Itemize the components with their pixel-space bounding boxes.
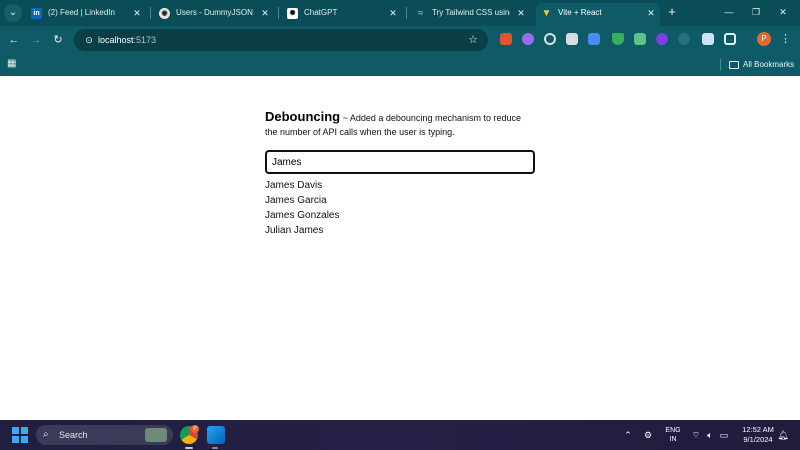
linkedin-icon: in bbox=[31, 8, 42, 19]
chatgpt-icon: ✺ bbox=[287, 8, 298, 19]
more-menu-icon[interactable]: ⋮ bbox=[780, 31, 791, 47]
vite-icon: ▼ bbox=[541, 8, 552, 19]
tab-title: Users - DummyJSON - Fa bbox=[176, 8, 254, 17]
tailwind-icon: ≈ bbox=[417, 8, 424, 19]
volume-icon[interactable]: 🔈︎ bbox=[704, 429, 716, 441]
shield-extension-icon[interactable] bbox=[612, 33, 624, 45]
bookmarks-bar: ▦ All Bookmarks bbox=[0, 54, 800, 76]
search-highlight-image bbox=[145, 428, 167, 442]
heading-line: Debouncing ~ Added a debouncing mechanis… bbox=[265, 110, 535, 139]
clock-date: 9/1/2024 bbox=[743, 435, 773, 444]
tab-title: Vite + React bbox=[558, 8, 602, 17]
list-item: James Davis bbox=[265, 180, 323, 191]
address-bar[interactable]: ⊙ localhost:5173 ☆ bbox=[74, 29, 488, 51]
page-title: Debouncing bbox=[265, 109, 341, 124]
back-arrow-icon[interactable]: ← bbox=[6, 32, 22, 48]
taskbar-search[interactable]: ⌕ Search bbox=[36, 425, 173, 445]
folder-icon bbox=[729, 61, 739, 69]
close-icon[interactable]: ✕ bbox=[645, 3, 657, 23]
apps-grid-icon[interactable]: ▦ bbox=[7, 58, 19, 70]
extension-icon[interactable] bbox=[500, 33, 512, 45]
forward-arrow-icon[interactable]: → bbox=[28, 32, 44, 48]
tab-linkedin[interactable]: in (2) Feed | LinkedIn ✕ bbox=[26, 3, 146, 26]
language-code: ENG bbox=[665, 427, 681, 434]
tab-divider bbox=[406, 7, 407, 19]
list-item: James Gonzales bbox=[265, 210, 340, 221]
bookmark-star-icon[interactable]: ☆ bbox=[466, 33, 480, 47]
extension-icon[interactable] bbox=[634, 33, 646, 45]
tab-title: Try Tailwind CSS using the bbox=[432, 8, 510, 17]
extension-icon[interactable] bbox=[702, 33, 714, 45]
tab-vite-react[interactable]: ▼ Vite + React ✕ bbox=[536, 3, 660, 26]
results-list: James Davis James Garcia James Gonzales … bbox=[265, 178, 535, 238]
tab-divider bbox=[150, 7, 151, 19]
language-region: IN bbox=[669, 436, 677, 443]
url-host: localhost bbox=[98, 35, 134, 45]
search-icon: ⌕ bbox=[43, 429, 49, 440]
vscode-taskbar-icon[interactable] bbox=[207, 426, 225, 444]
all-bookmarks-label: All Bookmarks bbox=[743, 60, 795, 69]
tab-dummyjson[interactable]: ◉ Users - DummyJSON - Fa ✕ bbox=[154, 3, 274, 26]
url-text: localhost:5173 bbox=[98, 29, 156, 51]
extension-icon[interactable] bbox=[588, 33, 600, 45]
tab-search-chevron-icon[interactable]: ⌄ bbox=[4, 4, 22, 22]
browser-chrome: ⌄ in (2) Feed | LinkedIn ✕ ◉ Users - Dum… bbox=[0, 0, 800, 76]
site-info-icon[interactable]: ⊙ bbox=[82, 33, 96, 47]
tab-divider bbox=[278, 7, 279, 19]
system-clock[interactable]: 12:52 AM 9/1/2024 bbox=[738, 425, 778, 445]
tab-title: ChatGPT bbox=[304, 8, 338, 17]
debounce-app: Debouncing ~ Added a debouncing mechanis… bbox=[265, 110, 535, 238]
taskbar-search-label: Search bbox=[59, 430, 88, 440]
close-icon[interactable]: ✕ bbox=[131, 3, 143, 23]
clock-time: 12:52 AM bbox=[742, 425, 774, 434]
wifi-icon[interactable]: ⌔ bbox=[690, 429, 702, 441]
close-icon[interactable]: ✕ bbox=[259, 3, 271, 23]
url-port: :5173 bbox=[133, 35, 157, 45]
extension-icon[interactable] bbox=[656, 33, 668, 45]
tab-strip: ⌄ in (2) Feed | LinkedIn ✕ ◉ Users - Dum… bbox=[0, 0, 800, 26]
restore-icon[interactable]: ❐ bbox=[748, 5, 764, 19]
windows-start-icon[interactable] bbox=[12, 427, 28, 443]
language-indicator[interactable]: ENG IN bbox=[664, 426, 682, 444]
minimize-icon[interactable]: — bbox=[721, 5, 737, 19]
tab-chatgpt[interactable]: ✺ ChatGPT ✕ bbox=[282, 3, 402, 26]
puzzle-extensions-icon[interactable] bbox=[724, 33, 736, 45]
reload-icon[interactable]: ↻ bbox=[50, 32, 66, 48]
show-hidden-icons-chevron-icon[interactable]: ⌃ bbox=[622, 429, 634, 441]
camera-extension-icon[interactable] bbox=[566, 33, 578, 45]
network-tray-icon[interactable]: ⚙ bbox=[642, 429, 654, 441]
active-app-indicator bbox=[185, 447, 193, 449]
tab-title: (2) Feed | LinkedIn bbox=[48, 8, 116, 17]
battery-icon[interactable]: ▭ bbox=[718, 429, 730, 441]
close-icon[interactable]: ✕ bbox=[387, 3, 399, 23]
list-item: James Garcia bbox=[265, 195, 327, 206]
chrome-profile-badge: P bbox=[191, 425, 199, 433]
search-input[interactable] bbox=[265, 150, 535, 174]
github-icon: ◉ bbox=[159, 8, 170, 19]
extension-icon[interactable] bbox=[544, 33, 556, 45]
window-close-icon[interactable]: ✕ bbox=[775, 5, 791, 19]
notification-bell-icon[interactable]: 🔔︎ bbox=[777, 429, 789, 441]
list-item: Julian James bbox=[265, 225, 324, 236]
all-bookmarks-button[interactable]: All Bookmarks bbox=[729, 56, 794, 74]
extension-icon[interactable] bbox=[678, 33, 690, 45]
close-icon[interactable]: ✕ bbox=[515, 3, 527, 23]
taskbar: ⌕ Search P ⌃ ⚙ ENG IN ⌔ 🔈︎ ▭ 12:52 AM 9/… bbox=[0, 420, 800, 450]
bookmarks-divider bbox=[720, 59, 721, 71]
page-content: Debouncing ~ Added a debouncing mechanis… bbox=[0, 76, 800, 420]
app-indicator bbox=[212, 447, 218, 449]
new-tab-plus-icon[interactable]: + bbox=[665, 5, 679, 19]
tab-tailwind[interactable]: ≈ Try Tailwind CSS using the ✕ bbox=[410, 3, 530, 26]
profile-avatar[interactable]: P bbox=[757, 32, 771, 46]
extension-icon[interactable] bbox=[522, 33, 534, 45]
